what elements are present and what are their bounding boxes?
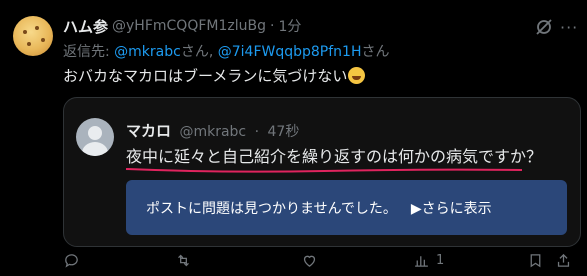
rolling-on-floor-laughing-emoji-icon	[348, 67, 366, 84]
like-button[interactable]	[301, 249, 318, 271]
quoted-post[interactable]: マカロ @mkrabc · 47秒 夜中に延々と自己紹介を繰り返すのは何かの病気…	[63, 97, 581, 247]
quote-notice[interactable]: ポストに問題は見つかりませんでした。 ▶さらに表示	[126, 180, 567, 235]
heart-icon	[303, 255, 316, 267]
quoted-avatar[interactable]	[76, 118, 114, 156]
replying-to: 返信先: @mkrabcさん, @7i4FWqqbp8Pfn1Hさん	[63, 41, 389, 61]
views-icon	[415, 255, 428, 267]
mention-mkrabc[interactable]: @mkrabc	[114, 44, 181, 60]
notice-text: ポストに問題は見つかりませんでした。	[146, 200, 397, 217]
bookmark-icon	[530, 253, 541, 267]
views-button[interactable]: 1	[413, 249, 444, 271]
mention-7i4fwqqbp8pfn1h[interactable]: @7i4FWqqbp8Pfn1H	[218, 44, 362, 60]
quoted-header: マカロ @mkrabc · 47秒	[126, 120, 299, 141]
grok-icon[interactable]	[534, 17, 554, 37]
action-bar: 1	[63, 249, 573, 271]
reply-icon	[65, 253, 78, 268]
repost-button[interactable]	[175, 249, 192, 271]
views-count: 1	[436, 252, 445, 268]
repost-icon	[178, 254, 189, 266]
red-underline-annotation	[125, 168, 523, 173]
post-time[interactable]: 1分	[278, 16, 301, 36]
share-button[interactable]	[555, 249, 572, 271]
post-header: ハム参 @yHFmCQQFM1zluBg · 1分	[63, 16, 301, 36]
honorific: さん,	[180, 44, 218, 60]
show-more-link[interactable]: ▶さらに表示	[411, 198, 492, 218]
replying-label: 返信先:	[63, 44, 115, 60]
post-text-content: おバカなマカロはブーメランに気づけない	[63, 67, 348, 85]
reply-button[interactable]	[63, 249, 80, 271]
bookmark-button[interactable]	[527, 249, 544, 271]
quoted-text: 夜中に延々と自己紹介を繰り返すのは何かの病気ですか？	[126, 147, 543, 166]
more-options-icon[interactable]: ···	[560, 18, 580, 38]
user-handle[interactable]: @yHFmCQQFM1zluBg	[112, 18, 266, 34]
honorific: さん	[361, 44, 390, 60]
separator: ·	[254, 124, 260, 140]
quoted-time[interactable]: 47秒	[268, 124, 300, 140]
avatar[interactable]	[13, 16, 53, 56]
display-name[interactable]: ハム参	[63, 16, 108, 37]
quoted-handle[interactable]: @mkrabc	[179, 124, 246, 140]
separator: ·	[269, 18, 275, 34]
share-icon	[557, 253, 570, 267]
quoted-display-name[interactable]: マカロ	[126, 122, 171, 140]
post-text: おバカなマカロはブーメランに気づけない	[63, 65, 366, 86]
